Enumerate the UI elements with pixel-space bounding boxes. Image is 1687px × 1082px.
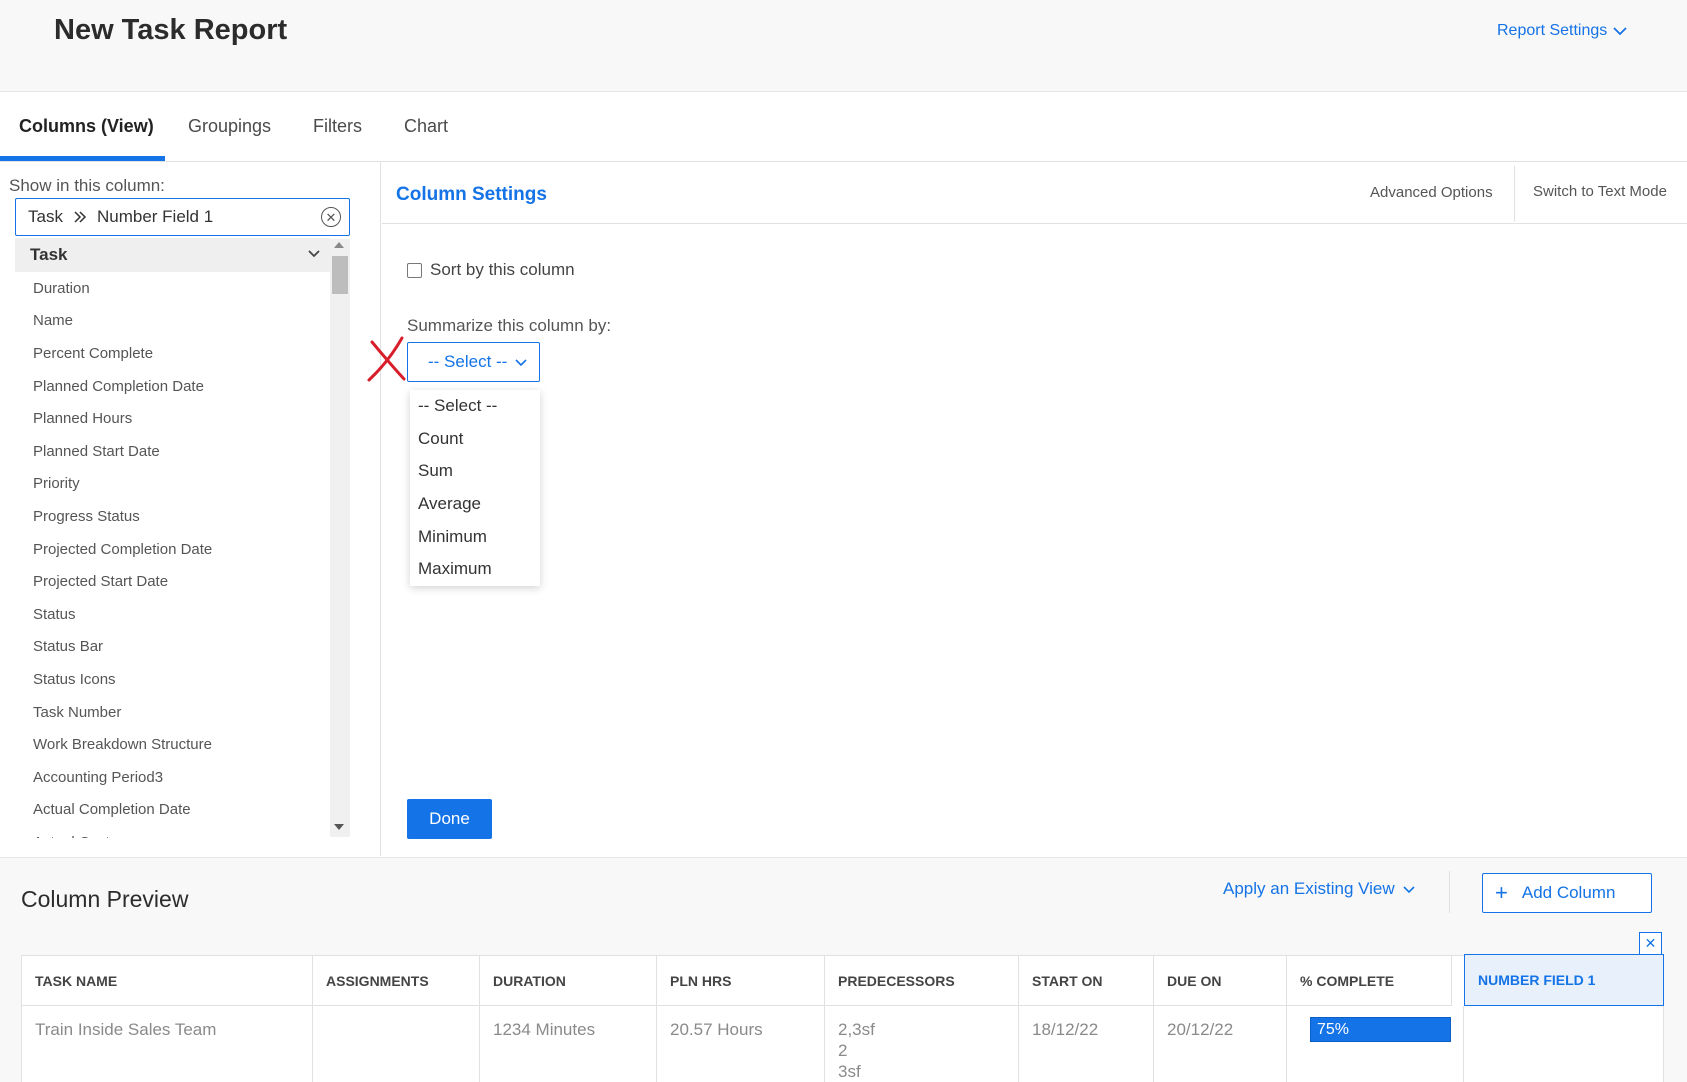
apply-view-label: Apply an Existing View bbox=[1223, 879, 1395, 898]
tab-bar: Columns (View) Groupings Filters Chart bbox=[0, 92, 1687, 162]
cell-assignments bbox=[313, 1006, 480, 1082]
field-list-item[interactable]: Duration bbox=[15, 272, 330, 305]
column-header-predecessors[interactable]: PREDECESSORS bbox=[825, 956, 1019, 1006]
chevron-down-icon bbox=[308, 246, 320, 262]
summarize-dropdown-menu: -- Select -- Count Sum Average Minimum M… bbox=[410, 390, 540, 586]
option-sum[interactable]: Sum bbox=[410, 455, 540, 488]
cell-task-name: Train Inside Sales Team bbox=[22, 1006, 313, 1082]
double-chevron-right-icon bbox=[74, 211, 87, 223]
field-list-item[interactable]: Name bbox=[15, 305, 330, 338]
remove-column-close-icon[interactable]: ✕ bbox=[1639, 932, 1662, 955]
column-preview-section: Column Preview Apply an Existing View + … bbox=[0, 857, 1687, 1082]
field-list-item[interactable]: Percent Complete bbox=[15, 337, 330, 370]
apply-existing-view-menu[interactable]: Apply an Existing View bbox=[1223, 879, 1415, 899]
field-list-item[interactable]: Projected Completion Date bbox=[15, 533, 330, 566]
option-average[interactable]: Average bbox=[410, 488, 540, 521]
summarize-select-value: -- Select -- bbox=[428, 352, 508, 371]
breadcrumb-object: Task bbox=[28, 207, 63, 226]
add-column-label: Add Column bbox=[1521, 883, 1616, 902]
field-list-item[interactable]: Planned Completion Date bbox=[15, 370, 330, 403]
scrollbar-thumb[interactable] bbox=[332, 256, 348, 294]
cell-due-on: 20/12/22 bbox=[1154, 1006, 1287, 1082]
switch-to-text-mode-link[interactable]: Switch to Text Mode bbox=[1533, 183, 1667, 200]
cell-predecessors: 2,3sf 2 3sf bbox=[825, 1006, 1019, 1082]
page-title: New Task Report bbox=[54, 14, 288, 46]
field-list-item[interactable]: Status bbox=[15, 598, 330, 631]
field-list-scrollbar[interactable] bbox=[330, 239, 350, 837]
scroll-up-arrow-icon[interactable] bbox=[334, 242, 344, 248]
cell-start-on: 18/12/22 bbox=[1019, 1006, 1154, 1082]
active-tab-indicator bbox=[0, 156, 165, 161]
show-in-column-label: Show in this column: bbox=[9, 176, 165, 195]
field-group-task[interactable]: Task bbox=[15, 238, 330, 272]
chevron-down-icon bbox=[515, 358, 527, 366]
column-header-percent-complete[interactable]: % COMPLETE bbox=[1287, 956, 1452, 1006]
column-header-pln-hrs[interactable]: PLN HRS bbox=[657, 956, 825, 1006]
field-list-item[interactable]: Accounting Period3 bbox=[15, 761, 330, 794]
field-list-item[interactable]: Task Number bbox=[15, 696, 330, 729]
tab-groupings[interactable]: Groupings bbox=[188, 116, 271, 137]
column-settings-title: Column Settings bbox=[396, 184, 547, 205]
field-list-item[interactable]: Progress Status bbox=[15, 500, 330, 533]
column-header-assignments[interactable]: ASSIGNMENTS bbox=[313, 956, 480, 1006]
chevron-down-icon bbox=[1613, 27, 1627, 36]
predecessor-value: 2,3sf bbox=[838, 1020, 875, 1039]
scroll-down-arrow-icon[interactable] bbox=[334, 824, 344, 830]
add-column-button[interactable]: + Add Column bbox=[1482, 873, 1652, 913]
field-list-item[interactable]: Actual Cost bbox=[15, 826, 330, 838]
column-header-start-on[interactable]: START ON bbox=[1019, 956, 1154, 1006]
field-picker-panel: Show in this column: Task Number Field 1… bbox=[0, 162, 381, 856]
preview-divider bbox=[1449, 871, 1450, 913]
sort-label: Sort by this column bbox=[430, 260, 575, 279]
tab-chart[interactable]: Chart bbox=[404, 116, 448, 137]
percent-complete-label: 75% bbox=[1317, 1020, 1350, 1038]
field-list: Task Duration Name Percent Complete Planned… bbox=[15, 238, 350, 838]
plus-icon: + bbox=[1495, 880, 1508, 905]
cell-number-field-1 bbox=[1464, 1006, 1664, 1082]
breadcrumb-field: Number Field 1 bbox=[96, 207, 214, 226]
chevron-down-icon bbox=[1403, 885, 1415, 893]
field-path-input[interactable]: Task Number Field 1 ✕ bbox=[15, 198, 350, 236]
field-list-item[interactable]: Priority bbox=[15, 468, 330, 501]
cell-pln-hrs: 20.57 Hours bbox=[657, 1006, 825, 1082]
report-settings-label: Report Settings bbox=[1497, 22, 1608, 39]
report-header: New Task Report Report Settings bbox=[0, 0, 1687, 92]
field-list-item[interactable]: Status Bar bbox=[15, 631, 330, 664]
field-list-item[interactable]: Projected Start Date bbox=[15, 565, 330, 598]
cell-duration: 1234 Minutes bbox=[480, 1006, 657, 1082]
column-header-duration[interactable]: DURATION bbox=[480, 956, 657, 1006]
advanced-options-link[interactable]: Advanced Options bbox=[1370, 184, 1493, 201]
tab-filters[interactable]: Filters bbox=[313, 116, 362, 137]
field-list-item[interactable]: Actual Completion Date bbox=[15, 794, 330, 827]
tab-columns-view[interactable]: Columns (View) bbox=[19, 116, 154, 137]
column-settings-header: Column Settings Advanced Options Switch … bbox=[382, 162, 1687, 224]
column-header-due-on[interactable]: DUE ON bbox=[1154, 956, 1287, 1006]
column-header-task-name[interactable]: TASK NAME bbox=[22, 956, 313, 1006]
percent-complete-bar: 75% bbox=[1310, 1017, 1451, 1042]
sort-checkbox[interactable] bbox=[407, 262, 422, 278]
column-header-number-field-1[interactable]: NUMBER FIELD 1 bbox=[1464, 954, 1664, 1006]
header-divider bbox=[1514, 166, 1515, 222]
option-maximum[interactable]: Maximum bbox=[410, 553, 540, 586]
field-list-item[interactable]: Planned Start Date bbox=[15, 435, 330, 468]
report-settings-menu[interactable]: Report Settings bbox=[1497, 22, 1627, 40]
option-select[interactable]: -- Select -- bbox=[410, 390, 540, 423]
field-list-item[interactable]: Planned Hours bbox=[15, 402, 330, 435]
field-list-item[interactable]: Work Breakdown Structure bbox=[15, 728, 330, 761]
done-button[interactable]: Done bbox=[407, 799, 492, 839]
predecessor-value: 2 bbox=[838, 1041, 848, 1060]
option-count[interactable]: Count bbox=[410, 423, 540, 456]
column-preview-title: Column Preview bbox=[21, 886, 189, 912]
summarize-label: Summarize this column by: bbox=[407, 316, 612, 335]
clear-icon[interactable]: ✕ bbox=[321, 207, 341, 227]
field-group-label: Task bbox=[30, 245, 68, 264]
sort-option: Sort by this column bbox=[407, 260, 575, 280]
predecessor-value: 3sf bbox=[838, 1062, 861, 1081]
field-list-item[interactable]: Status Icons bbox=[15, 663, 330, 696]
summarize-select[interactable]: -- Select -- bbox=[407, 342, 540, 382]
cross-mark-icon bbox=[367, 336, 406, 382]
option-minimum[interactable]: Minimum bbox=[410, 520, 540, 553]
